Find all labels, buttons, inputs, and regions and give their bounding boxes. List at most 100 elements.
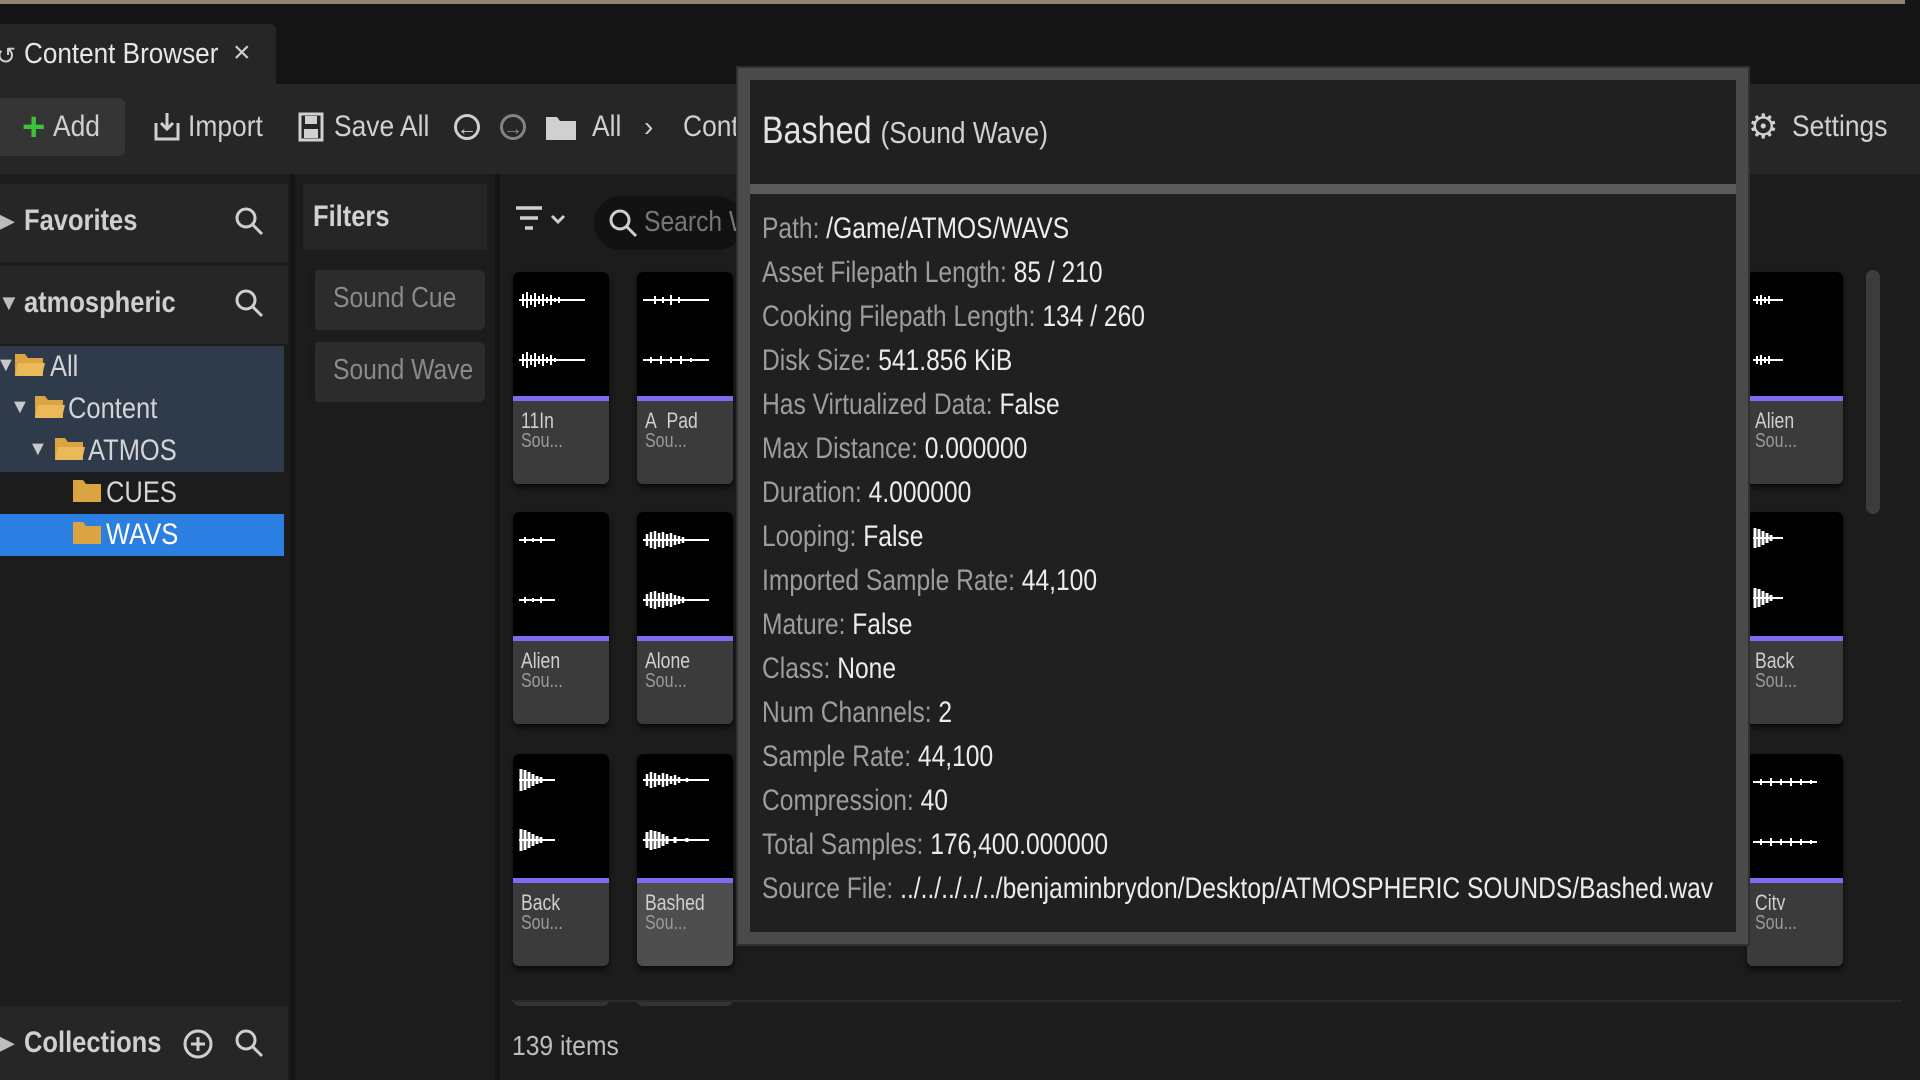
- tree-item-cues[interactable]: CUES: [0, 472, 284, 514]
- close-tab-icon[interactable]: ×: [233, 36, 251, 70]
- asset-type-bar: [513, 636, 609, 641]
- waveform-thumbnail: [1747, 512, 1843, 636]
- search-input[interactable]: Search WAVS: [594, 196, 744, 250]
- property-value: /Game/ATMOS/WAVS: [826, 212, 1070, 245]
- asset-type-bar: [1747, 396, 1843, 401]
- filter-dropdown-icon[interactable]: [514, 204, 566, 238]
- save-icon: [298, 112, 324, 142]
- tab-label: Content Browser: [24, 38, 219, 70]
- asset-type: Sou...: [521, 912, 563, 934]
- collections-header[interactable]: ▶ Collections: [0, 1006, 288, 1080]
- search-icon[interactable]: [234, 206, 264, 236]
- waveform-icon: [1753, 355, 1783, 365]
- asset-name: Alien: [521, 650, 561, 668]
- folder-open-icon: [15, 354, 45, 376]
- breadcrumb-all[interactable]: All: [592, 98, 625, 156]
- property-key: Imported Sample Rate:: [762, 564, 1015, 597]
- asset-tile[interactable]: Alone Sou...: [637, 512, 733, 724]
- forward-arrow-icon: →: [500, 114, 526, 140]
- asset-type-bar: [513, 878, 609, 883]
- property-row: Total Samples: 176,400.000000: [762, 828, 1108, 862]
- expand-arrow-icon: ▼: [28, 438, 48, 460]
- tree-item-label: Content: [68, 392, 158, 425]
- property-key: Mature:: [762, 608, 846, 641]
- asset-tile[interactable]: 11In Sou...: [513, 272, 609, 484]
- property-key: Max Distance:: [762, 432, 918, 465]
- folder-icon: [73, 480, 101, 502]
- asset-tile[interactable]: Back Sou...: [1747, 512, 1843, 724]
- tree-item-label: All: [50, 350, 79, 383]
- tree-item-label: WAVS: [106, 518, 179, 551]
- import-button[interactable]: Import: [152, 98, 273, 156]
- save-all-button[interactable]: Save All: [298, 98, 442, 156]
- tree-item-atmos[interactable]: ▼ ATMOS: [0, 430, 284, 472]
- waveform-icon: [1753, 838, 1817, 846]
- property-value: False: [999, 388, 1060, 421]
- waveform-icon: [519, 769, 555, 791]
- property-key: Disk Size:: [762, 344, 872, 377]
- property-key: Compression:: [762, 784, 914, 817]
- property-key: Path:: [762, 212, 820, 245]
- search-icon[interactable]: [234, 288, 264, 318]
- asset-tile[interactable]: Alien Sou...: [513, 512, 609, 724]
- asset-tile[interactable]: City Sou...: [1747, 754, 1843, 966]
- forward-button[interactable]: →: [500, 98, 526, 156]
- waveform-thumbnail: [513, 512, 609, 636]
- asset-type-bar: [1747, 878, 1843, 883]
- settings-button[interactable]: ⚙ Settings: [1748, 98, 1920, 156]
- asset-name: 11In: [521, 410, 554, 428]
- property-row: Sample Rate: 44,100: [762, 740, 993, 774]
- tree-item-content[interactable]: ▼ Content: [0, 388, 284, 430]
- import-icon: [154, 113, 180, 141]
- tab-content-browser[interactable]: ↺ Content Browser ×: [0, 24, 276, 86]
- property-key: Sample Rate:: [762, 740, 912, 773]
- waveform-icon: [519, 597, 555, 603]
- sources-panel: ▶ Favorites ▼ atmospheric ▼ All ▼ Conten…: [0, 174, 290, 1080]
- filter-label: Sound Cue: [333, 282, 457, 314]
- import-label: Import: [188, 110, 263, 143]
- property-value: 85 / 210: [1013, 256, 1103, 289]
- asset-type: Sou...: [521, 670, 563, 692]
- filter-sound-cue[interactable]: Sound Cue: [310, 270, 485, 330]
- asset-type-bar: [637, 636, 733, 641]
- asset-tile-selected[interactable]: Bashed Sou...: [637, 754, 733, 966]
- asset-type: Sou...: [645, 670, 687, 692]
- content-browser-icon: ↺: [0, 43, 17, 70]
- property-row: Compression: 40: [762, 784, 948, 818]
- asset-tile[interactable]: Back Sou...: [513, 754, 609, 966]
- filters-header: Filters: [303, 184, 487, 250]
- filter-sound-wave[interactable]: Sound Wave: [310, 342, 485, 402]
- property-value: ../../../../../benjaminbrydon/Desktop/AT…: [900, 872, 1714, 905]
- property-key: Class:: [762, 652, 831, 685]
- add-collection-icon[interactable]: [182, 1028, 214, 1060]
- favorites-label: Favorites: [24, 204, 138, 237]
- project-header[interactable]: ▼ atmospheric: [0, 266, 288, 344]
- property-key: Has Virtualized Data:: [762, 388, 993, 421]
- folder-open-icon: [35, 396, 65, 418]
- asset-scrollbar[interactable]: [1866, 270, 1880, 514]
- collapse-arrow-icon: ▶: [0, 208, 15, 233]
- waveform-icon: [643, 591, 709, 609]
- waveform-thumbnail: [513, 754, 609, 878]
- favorites-header[interactable]: ▶ Favorites: [0, 184, 288, 262]
- breadcrumb-separator-icon: ›: [644, 111, 654, 142]
- asset-tile[interactable]: Alien Sou...: [1747, 272, 1843, 484]
- tree-item-wavs[interactable]: WAVS: [0, 514, 284, 556]
- add-button[interactable]: + Add: [0, 98, 125, 156]
- folder-icon: [73, 522, 101, 544]
- asset-name: Back: [1755, 650, 1795, 668]
- property-row: Looping: False: [762, 520, 923, 554]
- asset-type: Sou...: [1755, 430, 1797, 452]
- property-row: Max Distance: 0.000000: [762, 432, 1027, 466]
- asset-type: Sou...: [645, 430, 687, 452]
- asset-type: Sou...: [521, 430, 563, 452]
- asset-tile[interactable]: A_Pad Sou...: [637, 272, 733, 484]
- property-key: Duration:: [762, 476, 862, 509]
- property-row: Source File: ../../../../../benjaminbryd…: [762, 872, 1713, 906]
- folder-path-button[interactable]: [545, 98, 577, 156]
- back-button[interactable]: ←: [454, 98, 480, 156]
- search-icon[interactable]: [234, 1028, 264, 1058]
- breadcrumb-all-label: All: [592, 110, 622, 143]
- tree-item-all[interactable]: ▼ All: [0, 346, 284, 388]
- property-value: 44,100: [1021, 564, 1098, 597]
